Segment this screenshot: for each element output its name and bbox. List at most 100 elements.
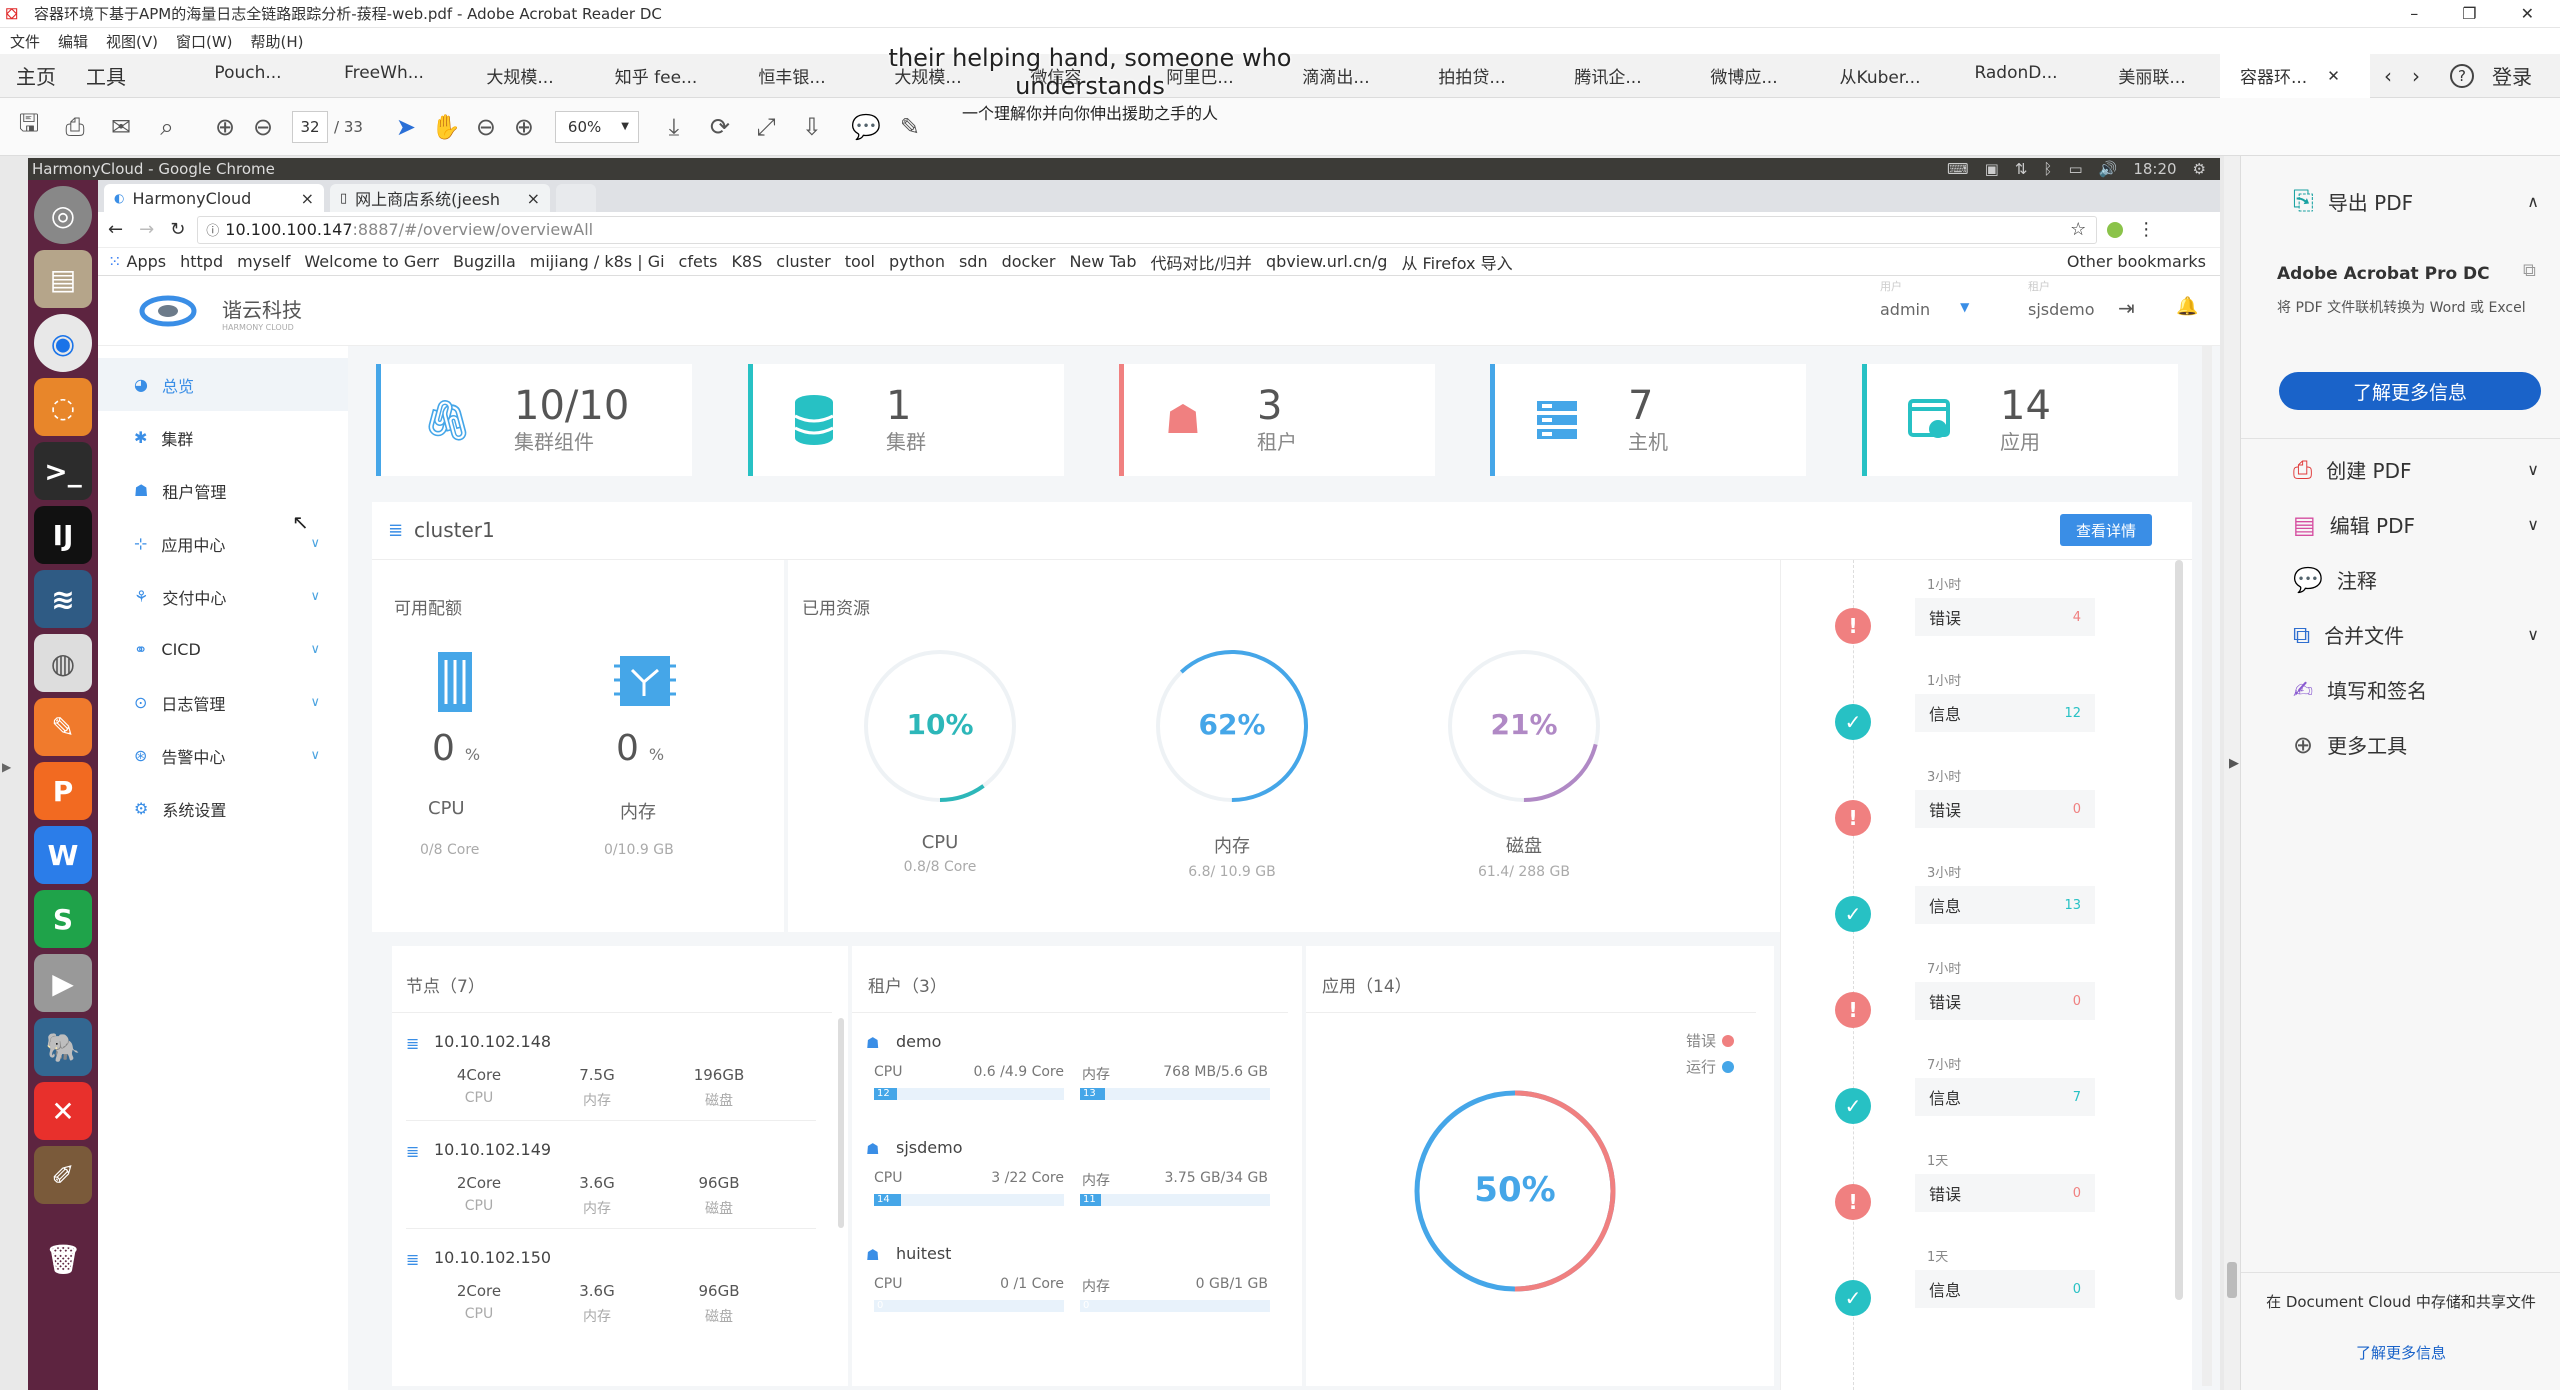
camera-icon[interactable]: ▣	[1985, 160, 1999, 178]
nav-cluster[interactable]: ✱ 集群	[98, 411, 348, 464]
files-icon[interactable]: ▤	[34, 250, 92, 308]
network-icon[interactable]: ⇅	[2015, 160, 2028, 178]
alarm-row[interactable]: 1小时 ✓ 信息 12	[1781, 656, 2151, 752]
tool-edit-pdf[interactable]: ▤ 编辑 PDF ∨	[2241, 497, 2560, 552]
ubuntu-software-icon[interactable]: ◌	[34, 378, 92, 436]
page-number-input[interactable]: 32	[292, 110, 328, 143]
alarm-row[interactable]: 7小时 ✓ 信息 7	[1781, 1040, 2151, 1136]
back-icon[interactable]: ←	[108, 219, 123, 240]
bookmark-item[interactable]: cfets	[679, 252, 718, 271]
menu-file[interactable]: 文件	[10, 31, 40, 52]
collapse-panel-icon[interactable]: ▶	[2229, 756, 2239, 771]
screen-recorder-icon[interactable]: ▶	[34, 954, 92, 1012]
alarm-row[interactable]: 1天 ✓ 信息 0	[1781, 1232, 2151, 1328]
volume-icon[interactable]: 🔊	[2099, 160, 2118, 178]
reload-icon[interactable]: ↻	[170, 219, 185, 240]
alarm-row[interactable]: 3小时 ✓ 信息 13	[1781, 848, 2151, 944]
nav-log[interactable]: ⊙ 日志管理 ∨	[98, 676, 348, 729]
bookmark-item[interactable]: python	[889, 252, 945, 271]
bell-icon[interactable]: 🔔	[2176, 296, 2198, 317]
close-tab-icon[interactable]: ×	[301, 189, 314, 208]
tab-tools[interactable]: 工具	[70, 61, 180, 90]
tool-more[interactable]: ⊕ 更多工具	[2241, 717, 2560, 772]
bookmark-item[interactable]: mijiang / k8s | Gi	[530, 252, 665, 271]
zoom-out-icon[interactable]: ⊖	[471, 112, 501, 142]
url-input[interactable]: ⓘ 10.100.100.147:8887/#/overview/overvie…	[197, 215, 2098, 244]
trash-icon[interactable]: 🗑	[34, 1230, 92, 1288]
forward-icon[interactable]: →	[139, 219, 154, 240]
left-panel-toggle-icon[interactable]: ▶	[2, 760, 11, 774]
chevron-down-icon[interactable]: ∨	[2527, 460, 2539, 479]
doc-tab[interactable]: 美丽联...	[2084, 63, 2220, 88]
chrome-tab-harmonycloud[interactable]: ◐ HarmonyCloud ×	[104, 184, 324, 212]
doc-tab[interactable]: 拍拍贷...	[1404, 63, 1540, 88]
doc-tab[interactable]: 知乎 fee...	[588, 63, 724, 88]
nodes-scrollbar[interactable]	[838, 1018, 844, 1228]
bookmark-item[interactable]: qbview.url.cn/g	[1266, 252, 1388, 271]
minimize-button[interactable]: –	[2410, 4, 2418, 23]
bookmark-item[interactable]: K8S	[731, 252, 762, 271]
tab-home[interactable]: 主页	[0, 61, 70, 90]
bookmark-item[interactable]: sdn	[959, 252, 988, 271]
tool-combine[interactable]: ⧉ 合并文件 ∨	[2241, 607, 2560, 662]
battery-icon[interactable]: ▭	[2068, 160, 2082, 178]
nav-cicd[interactable]: ⚭ CICD ∨	[98, 623, 348, 676]
bookmark-item[interactable]: tool	[845, 252, 875, 271]
zoom-select[interactable]: 60% ▼	[554, 110, 639, 143]
export-pdf-row[interactable]: ⎘ 导出 PDF ∧	[2241, 186, 2560, 217]
close-button[interactable]: ✕	[2521, 4, 2534, 23]
doc-tab[interactable]: 从Kuber...	[1812, 63, 1948, 88]
stat-card-hosts[interactable]: 7 主机	[1490, 364, 1806, 476]
tool-create-pdf[interactable]: ⎙ 创建 PDF ∨	[2241, 442, 2560, 497]
bookmark-item[interactable]: httpd	[180, 252, 223, 271]
settings-gear-icon[interactable]: ⚙	[2193, 160, 2206, 178]
keyboard-icon[interactable]: ⌨	[1947, 160, 1969, 178]
tenant-row[interactable]: ☗ sjsdemo CPU 3 /22 Core 内存 3.75 GB/34 GB 14 11	[852, 1138, 1292, 1238]
wechat-icon[interactable]: ◍	[34, 634, 92, 692]
user-dropdown[interactable]: admin ▼	[1880, 300, 1969, 319]
bookmark-item[interactable]: Welcome to Gerr	[304, 252, 439, 271]
bookmark-star-icon[interactable]: ☆	[2070, 219, 2086, 240]
menu-window[interactable]: 窗口(W)	[176, 31, 233, 52]
doc-tab[interactable]: Pouch...	[180, 63, 316, 88]
help-icon[interactable]: ?	[2450, 63, 2474, 88]
scrollbar[interactable]	[2224, 156, 2240, 1390]
menu-edit[interactable]: 编辑	[58, 31, 88, 52]
menu-view[interactable]: 视图(V)	[106, 31, 158, 52]
editor-icon[interactable]: ✐	[34, 1146, 92, 1204]
tool-fill-sign[interactable]: ✍ 填写和签名	[2241, 662, 2560, 717]
page-up-icon[interactable]: ⊕	[210, 112, 240, 142]
nav-tenant[interactable]: ☗ 租户管理	[98, 464, 348, 517]
learn-more-button[interactable]: 了解更多信息	[2279, 372, 2541, 410]
bluetooth-icon[interactable]: ᛒ	[2043, 160, 2052, 178]
bookmark-item[interactable]: docker	[1002, 252, 1056, 271]
wps-presentation-icon[interactable]: P	[34, 762, 92, 820]
save-icon[interactable]: 🖫	[14, 109, 44, 142]
bookmark-item[interactable]: New Tab	[1069, 252, 1136, 271]
page-down-icon[interactable]: ⊖	[248, 112, 278, 142]
search-icon[interactable]: ⌕	[152, 112, 182, 142]
ubuntu-dash-icon[interactable]: ◎	[34, 186, 92, 244]
select-tool-icon[interactable]: ➤	[391, 112, 421, 142]
menu-help[interactable]: 帮助(H)	[251, 31, 304, 52]
stat-card-apps[interactable]: 14 应用	[1862, 364, 2178, 476]
cloud-learn-more-link[interactable]: 了解更多信息	[2241, 1342, 2560, 1363]
hand-tool-icon[interactable]: ✋	[431, 112, 461, 142]
chrome-menu-icon[interactable]: ⋮	[2137, 219, 2155, 240]
wps-writer-icon[interactable]: W	[34, 826, 92, 884]
xmind-icon[interactable]: ✕	[34, 1082, 92, 1140]
info-icon[interactable]: ⓘ	[206, 220, 219, 239]
chevron-down-icon[interactable]: ∨	[2527, 625, 2539, 644]
tenant-name[interactable]: sjsdemo	[2028, 300, 2095, 319]
alarm-row[interactable]: 1天! 错误 0	[1781, 1136, 2151, 1232]
extension-icon[interactable]	[2107, 221, 2124, 238]
pencil-app-icon[interactable]: ✎	[34, 698, 92, 756]
logout-icon[interactable]: ⇥	[2118, 296, 2135, 320]
nav-delivery[interactable]: ⚘ 交付中心 ∨	[98, 570, 348, 623]
node-row[interactable]: ≣ 10.10.102.149 2Core 3.6G 96GB CPU 内存 磁盘	[392, 1140, 832, 1240]
clock[interactable]: 18:20	[2133, 160, 2176, 178]
tenant-row[interactable]: ☗ huitest CPU 0 /1 Core 内存 0 GB/1 GB 0 0	[852, 1244, 1292, 1344]
login-link[interactable]: 登录	[2492, 61, 2532, 90]
tenant-row[interactable]: ☗ demo CPU 0.6 /4.9 Core 内存 768 MB/5.6 GB 12 13	[852, 1032, 1292, 1132]
nav-alarm[interactable]: ⊛ 告警中心 ∨	[98, 729, 348, 782]
